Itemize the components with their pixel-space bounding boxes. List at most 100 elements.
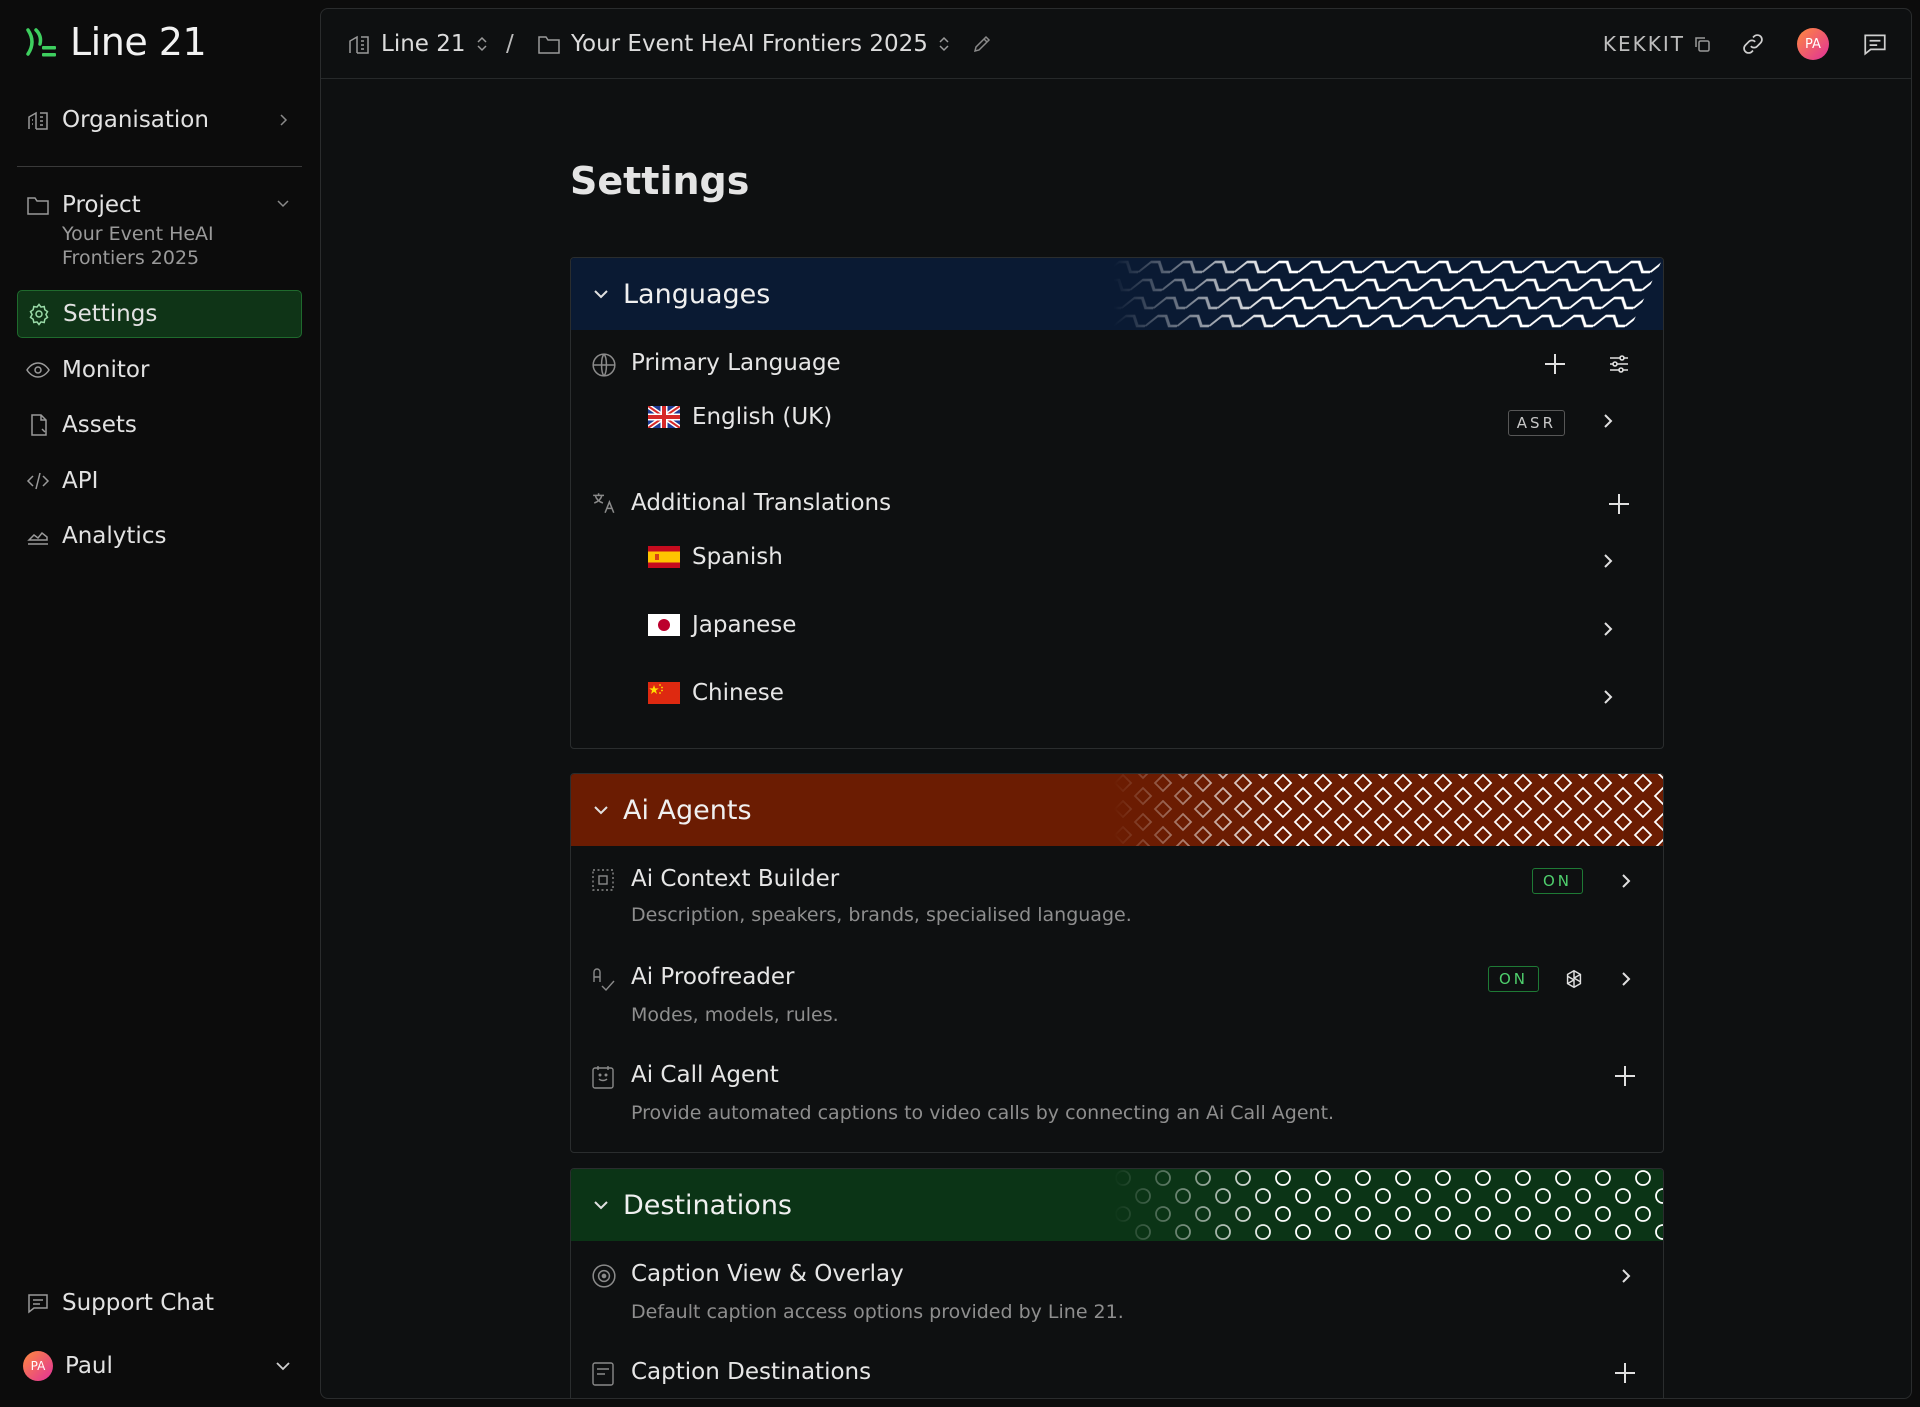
chevron-right-icon bbox=[1622, 874, 1631, 888]
ai-context-builder-title: Ai Context Builder bbox=[631, 866, 840, 892]
link-icon bbox=[1743, 34, 1763, 54]
add-ai-call-agent-button[interactable] bbox=[1609, 1060, 1641, 1092]
sidebar-item-support-chat[interactable]: Support Chat bbox=[17, 1279, 302, 1327]
ai-proofreader-title: Ai Proofreader bbox=[631, 964, 795, 990]
ai-context-builder-status[interactable]: ON bbox=[1531, 868, 1583, 894]
account-avatar-button[interactable]: PA bbox=[1795, 9, 1831, 79]
ai-proofreader-row[interactable]: Ai Proofreader Modes, models, rules. ON bbox=[571, 944, 1663, 1042]
open-ai-proofreader-button[interactable] bbox=[1611, 964, 1641, 994]
chevron-down-icon bbox=[594, 806, 608, 815]
language-name: Chinese bbox=[692, 680, 784, 706]
proofread-icon bbox=[593, 968, 615, 992]
project-code: KEKKIT bbox=[1602, 32, 1685, 56]
sidebar-item-label: Settings bbox=[63, 301, 158, 327]
language-item-japanese[interactable]: Japanese bbox=[648, 612, 796, 638]
chevron-right-icon bbox=[1622, 972, 1631, 986]
open-spanish-button[interactable] bbox=[1593, 546, 1623, 576]
open-ai-context-builder-button[interactable] bbox=[1611, 866, 1641, 896]
target-icon bbox=[592, 1264, 616, 1288]
app-name: Line 21 bbox=[70, 20, 207, 64]
sidebar-item-analytics[interactable]: Analytics bbox=[17, 512, 302, 560]
sidebar-item-settings[interactable]: Settings bbox=[17, 290, 302, 338]
chevron-up-down-icon bbox=[939, 36, 949, 52]
chevron-right-icon bbox=[1604, 554, 1613, 568]
avatar: PA bbox=[1797, 28, 1829, 60]
sidebar-project[interactable]: Project Your Event HeAI Frontiers 2025 bbox=[17, 188, 302, 272]
folder-icon bbox=[538, 36, 560, 54]
section-title: Destinations bbox=[623, 1189, 793, 1221]
language-name: English (UK) bbox=[692, 404, 833, 430]
openai-icon bbox=[1566, 969, 1582, 989]
add-primary-language-button[interactable] bbox=[1539, 348, 1571, 380]
language-name: Spanish bbox=[692, 544, 783, 570]
languages-header[interactable]: Languages bbox=[571, 258, 1663, 330]
globe-icon bbox=[592, 353, 616, 377]
primary-language-section: Primary Language English (UK) ASR bbox=[571, 330, 1663, 470]
user-menu[interactable]: PA Paul bbox=[17, 1340, 302, 1392]
spain-flag-icon bbox=[648, 546, 680, 568]
open-japanese-button[interactable] bbox=[1593, 614, 1623, 644]
languages-card: Languages Primary Language English (UK) … bbox=[570, 257, 1664, 749]
chevron-up-down-icon bbox=[476, 36, 487, 52]
caption-view-row[interactable]: Caption View & Overlay Default caption a… bbox=[571, 1241, 1663, 1339]
building-icon bbox=[349, 35, 369, 54]
ai-call-agent-row[interactable]: Ai Call Agent Provide automated captions… bbox=[571, 1042, 1663, 1152]
chevron-right-icon bbox=[1622, 1269, 1631, 1283]
eye-icon bbox=[26, 362, 50, 378]
breadcrumb-project[interactable]: Your Event HeAI Frontiers 2025 bbox=[537, 9, 950, 79]
sidebar-item-assets[interactable]: Assets bbox=[17, 401, 302, 449]
language-item-chinese[interactable]: Chinese bbox=[648, 680, 784, 706]
open-english-button[interactable] bbox=[1593, 406, 1623, 436]
ai-model-button[interactable] bbox=[1559, 964, 1589, 994]
gear-icon bbox=[29, 303, 49, 326]
sidebar-divider bbox=[17, 166, 302, 167]
chat-button[interactable] bbox=[1857, 9, 1893, 79]
caption-view-desc: Default caption access options provided … bbox=[631, 1301, 1124, 1323]
ai-agents-header[interactable]: Ai Agents bbox=[571, 774, 1663, 846]
open-chinese-button[interactable] bbox=[1593, 682, 1623, 712]
plus-icon bbox=[1615, 1066, 1635, 1086]
additional-translations-section: Additional Translations Spanish Japanese bbox=[571, 470, 1663, 748]
add-translation-button[interactable] bbox=[1603, 488, 1635, 520]
language-name: Japanese bbox=[692, 612, 797, 638]
sidebar-item-label: Monitor bbox=[62, 357, 150, 383]
project-name-line2: Frontiers 2025 bbox=[62, 247, 200, 269]
uk-flag-icon bbox=[648, 406, 680, 428]
destinations-header[interactable]: Destinations bbox=[571, 1169, 1663, 1241]
chevron-right-icon bbox=[1604, 622, 1613, 636]
circle-pattern bbox=[1113, 1169, 1663, 1241]
breadcrumb-organisation[interactable]: Line 21 bbox=[347, 9, 488, 79]
diamond-pattern bbox=[1113, 774, 1663, 846]
language-item-english[interactable]: English (UK) bbox=[648, 404, 832, 430]
plus-icon bbox=[1615, 1363, 1635, 1383]
sidebar-item-organisation[interactable]: Organisation bbox=[17, 96, 302, 144]
share-link-button[interactable] bbox=[1735, 9, 1771, 79]
caption-destinations-row[interactable]: Caption Destinations bbox=[571, 1339, 1663, 1398]
language-item-spanish[interactable]: Spanish bbox=[648, 544, 783, 570]
plus-icon bbox=[1609, 494, 1629, 514]
calendar-bot-icon bbox=[592, 1066, 614, 1089]
copy-code-button[interactable]: KEKKIT bbox=[1603, 9, 1711, 79]
ai-call-agent-title: Ai Call Agent bbox=[631, 1062, 779, 1088]
language-settings-button[interactable] bbox=[1603, 348, 1635, 380]
add-caption-destination-button[interactable] bbox=[1609, 1357, 1641, 1389]
chevron-right-icon bbox=[1604, 414, 1613, 428]
zigzag-pattern bbox=[1113, 258, 1663, 330]
copy-icon bbox=[1695, 37, 1710, 52]
project-label: Project bbox=[62, 192, 141, 218]
edit-project-button[interactable] bbox=[967, 9, 997, 79]
sidebar-item-label: Assets bbox=[62, 412, 137, 438]
ai-proofreader-status[interactable]: ON bbox=[1487, 966, 1539, 992]
open-caption-view-button[interactable] bbox=[1611, 1261, 1641, 1291]
additional-translations-label: Additional Translations bbox=[631, 490, 892, 516]
chat-icon bbox=[1864, 34, 1886, 56]
code-icon bbox=[26, 472, 50, 490]
user-name: Paul bbox=[65, 1353, 113, 1379]
building-icon bbox=[28, 111, 48, 130]
sidebar-item-monitor[interactable]: Monitor bbox=[17, 346, 302, 394]
app-logo[interactable]: Line 21 bbox=[24, 20, 207, 64]
folder-icon bbox=[27, 197, 49, 215]
project-name-line1: Your Event HeAI bbox=[62, 223, 214, 245]
sidebar-item-api[interactable]: API bbox=[17, 457, 302, 505]
ai-context-builder-row[interactable]: Ai Context Builder Description, speakers… bbox=[571, 846, 1663, 944]
